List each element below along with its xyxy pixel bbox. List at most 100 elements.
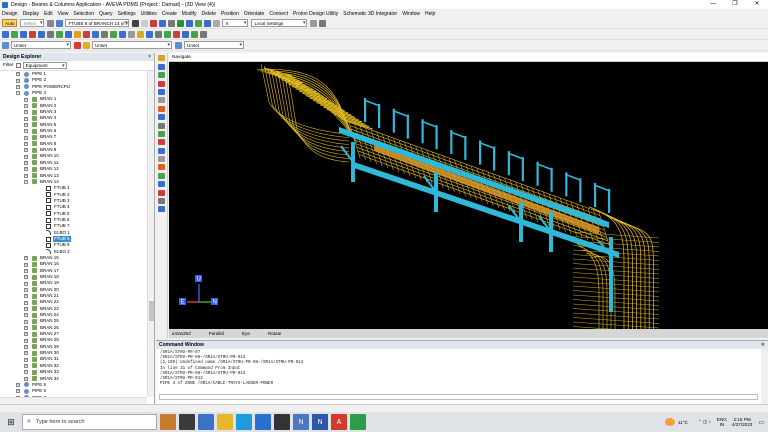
auto-button[interactable]: Auto (2, 19, 18, 27)
view-tool-6-icon[interactable] (158, 97, 165, 104)
expand-icon[interactable]: + (24, 148, 28, 153)
tool-12-icon[interactable] (101, 30, 108, 38)
tray-icons[interactable]: ⌃ ◫ ♪ (698, 419, 711, 425)
tool-17-icon[interactable] (146, 30, 153, 38)
current-element-combo[interactable]: FTUBE 8 of BRANCH 14 of PII (65, 19, 130, 27)
command-close-icon[interactable]: ✕ (761, 341, 765, 349)
tool-5-icon[interactable] (38, 30, 45, 38)
view-tool-18-icon[interactable] (158, 198, 165, 205)
grid-icon[interactable] (177, 19, 185, 27)
select-combo[interactable]: Select (20, 19, 45, 27)
expand-icon[interactable]: + (16, 389, 20, 394)
3d-view[interactable]: U E N (169, 62, 768, 329)
tool-11-icon[interactable] (92, 30, 99, 38)
tool-15-icon[interactable] (128, 30, 135, 38)
tool-13-icon[interactable] (110, 30, 117, 38)
taskbar-search[interactable]: ⌕ Type here to search (22, 414, 157, 430)
expand-icon[interactable]: + (24, 313, 28, 318)
expand-icon[interactable]: + (24, 268, 28, 273)
chrome-icon[interactable] (274, 414, 290, 430)
expand-icon[interactable]: + (24, 370, 28, 375)
expand-icon[interactable]: + (24, 103, 28, 108)
highlight-icon[interactable] (83, 41, 90, 49)
language-indicator[interactable]: ENG IN (717, 417, 727, 428)
menu-settings[interactable]: Settings (118, 11, 136, 17)
task-view-icon[interactable] (179, 414, 195, 430)
expand-icon[interactable]: + (24, 167, 28, 172)
material-icon[interactable] (175, 41, 182, 49)
maximize-icon[interactable]: ❐ (724, 0, 746, 9)
expand-icon[interactable]: + (24, 287, 28, 292)
tool-14-icon[interactable] (119, 30, 126, 38)
aveva-n-icon[interactable]: N (293, 414, 309, 430)
outlook-icon[interactable] (198, 414, 214, 430)
mail-icon[interactable] (255, 414, 271, 430)
navigate-icon[interactable] (56, 19, 64, 27)
collapse-icon[interactable]: − (24, 180, 28, 185)
view-tool-1-icon[interactable] (158, 55, 165, 62)
tool-10-icon[interactable] (83, 30, 90, 38)
view-tool-10-icon[interactable] (158, 130, 165, 137)
menu-selection[interactable]: Selection (73, 11, 94, 17)
tool-3-icon[interactable] (20, 30, 27, 38)
menu-display[interactable]: Display (23, 11, 39, 17)
expand-icon[interactable]: + (24, 135, 28, 140)
explorer-icon[interactable] (217, 414, 233, 430)
view-tool-16-icon[interactable] (158, 181, 165, 188)
expand-icon[interactable]: + (24, 173, 28, 178)
color-icon[interactable] (74, 41, 81, 49)
expand-icon[interactable]: + (24, 256, 28, 261)
expand-icon[interactable]: + (24, 122, 28, 127)
view-tool-15-icon[interactable] (158, 172, 165, 179)
view-tool-17-icon[interactable] (158, 189, 165, 196)
explorer-hscrollbar[interactable] (0, 397, 147, 404)
explorer-close-icon[interactable]: × (148, 53, 151, 61)
settings-combo[interactable]: Local Settings (251, 19, 308, 27)
menu-utilities[interactable]: Utilities (141, 11, 157, 17)
close-icon[interactable]: ✕ (746, 0, 768, 9)
expand-icon[interactable]: + (24, 364, 28, 368)
expand-icon[interactable]: + (24, 351, 28, 356)
tool-6-icon[interactable] (47, 30, 54, 38)
save-icon[interactable] (150, 19, 158, 27)
view-tool-8-icon[interactable] (158, 114, 165, 121)
tool-22-icon[interactable] (191, 30, 198, 38)
menu-edit[interactable]: Edit (44, 11, 53, 17)
app-green-icon[interactable] (350, 414, 366, 430)
view-tool-13-icon[interactable] (158, 156, 165, 163)
menu-position[interactable]: Position (221, 11, 239, 17)
pin-icon[interactable] (310, 19, 318, 27)
menu-help[interactable]: Help (425, 11, 435, 17)
draw-icon[interactable] (204, 19, 212, 27)
expand-icon[interactable]: + (24, 300, 28, 305)
tool-20-icon[interactable] (173, 30, 180, 38)
cortana-icon[interactable] (160, 414, 176, 430)
expand-icon[interactable]: + (24, 338, 28, 343)
unset-field-2[interactable]: Unset (92, 41, 172, 49)
unset-field-1[interactable]: Unset (11, 41, 71, 49)
tool-4-icon[interactable] (29, 30, 36, 38)
expand-icon[interactable]: + (24, 294, 28, 299)
filter-combo[interactable]: Equipment (22, 62, 67, 69)
expand-icon[interactable]: + (24, 357, 28, 362)
view-tool-14-icon[interactable] (158, 164, 165, 171)
expand-icon[interactable]: + (24, 275, 28, 280)
scroll-thumb[interactable] (149, 301, 154, 321)
tool-18-icon[interactable] (155, 30, 162, 38)
expand-icon[interactable]: + (24, 332, 28, 337)
expand-icon[interactable]: + (24, 110, 28, 115)
expand-icon[interactable]: + (24, 161, 28, 165)
menu-schematic-3d-integrator[interactable]: Schematic 3D Integrator (343, 11, 397, 17)
clock[interactable]: 2:15 PM 4/27/2023 (732, 417, 752, 428)
zoom-icon[interactable] (141, 19, 149, 27)
view-icon[interactable] (186, 19, 194, 27)
minimize-icon[interactable]: — (702, 0, 724, 9)
menu-query[interactable]: Query (99, 11, 113, 17)
menu-orientate[interactable]: Orientate (244, 11, 265, 17)
tool-2-icon[interactable] (11, 30, 18, 38)
menu-modify[interactable]: Modify (182, 11, 197, 17)
tool-9-icon[interactable] (74, 30, 81, 38)
model-scene[interactable]: U E N (169, 62, 768, 329)
aveva-n2-icon[interactable]: N (312, 414, 328, 430)
expand-icon[interactable]: + (24, 116, 28, 121)
